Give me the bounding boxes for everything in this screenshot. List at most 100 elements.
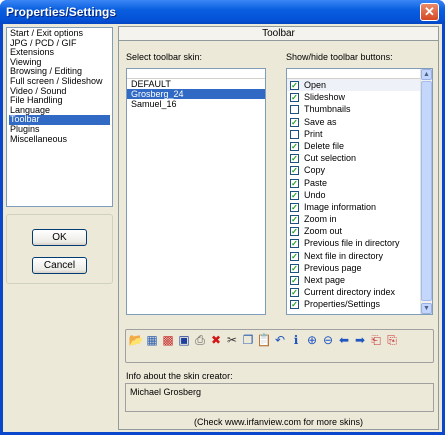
skin-list-header: [127, 69, 265, 79]
checkbox-checked[interactable]: ✓: [290, 215, 299, 225]
checkbox-checked[interactable]: ✓: [290, 263, 299, 273]
checkbox-checked[interactable]: ✓: [290, 166, 299, 176]
category-item[interactable]: Miscellaneous: [9, 134, 110, 145]
toolbar-button-label: Copy: [304, 165, 326, 176]
undo-icon: ↶: [274, 333, 286, 347]
toolbar-button-row[interactable]: ✓ Copy: [287, 164, 432, 176]
checkbox-unchecked[interactable]: [290, 105, 299, 115]
tab-toolbar[interactable]: Toolbar: [119, 27, 438, 41]
toolbar-button-row[interactable]: ✓ Cut selection: [287, 152, 432, 164]
checkbox-checked[interactable]: ✓: [290, 154, 299, 164]
toolbar-button-label: Zoom in: [304, 214, 337, 225]
checkbox-checked[interactable]: ✓: [290, 202, 299, 212]
toolbar-button-label: Thumbnails: [304, 104, 351, 115]
toolbar-button-row[interactable]: ✓ Next page: [287, 274, 432, 286]
checkbox-checked[interactable]: ✓: [290, 117, 299, 127]
print-icon: ⎙: [195, 333, 205, 347]
checkbox-unchecked[interactable]: [290, 129, 299, 139]
toolbar-button-row[interactable]: ✓ Paste: [287, 177, 432, 189]
delete-icon: ✖: [210, 333, 222, 347]
title-bar[interactable]: Properties/Settings ✕: [0, 0, 445, 24]
toolbar-button-row[interactable]: ✓ Open: [287, 79, 432, 92]
buttons-visibility-label: Show/hide toolbar buttons:: [286, 52, 393, 62]
toolbar-button-row[interactable]: ✓ Slideshow: [287, 91, 432, 103]
toolbar-preview: 📂 ▦ ▩ ▣ ⎙ ✖ ✂ ❐ 📋 ↶ ℹ ⊕ ⊖ ⬅ ➡ ⎗ ⎘: [125, 329, 434, 363]
toolbar-button-row[interactable]: ✓ Save as: [287, 116, 432, 128]
cancel-button[interactable]: Cancel: [32, 257, 87, 274]
scroll-up-icon[interactable]: ▲: [421, 69, 432, 80]
checkbox-checked[interactable]: ✓: [290, 190, 299, 200]
toolbar-buttons-list[interactable]: ✓ Open ✓ Slideshow Thumbnails ✓ Save as Print ✓ D…: [286, 68, 433, 315]
toolbar-button-row[interactable]: ✓ Image information: [287, 201, 432, 213]
skin-list[interactable]: DEFAULT Grosberg_24 Samuel_16: [126, 68, 266, 315]
paste-icon: 📋: [256, 333, 272, 347]
toolbar-button-row[interactable]: ✓ Zoom out: [287, 225, 432, 237]
buttons-list-header: [287, 69, 432, 79]
toolbar-button-label: Previous file in directory: [304, 238, 400, 249]
checkbox-checked[interactable]: ✓: [290, 227, 299, 237]
toolbar-button-row[interactable]: ✓ Zoom in: [287, 213, 432, 225]
toolbar-button-row[interactable]: ✓ Properties/Settings: [287, 298, 432, 310]
toolbar-button-label: Save as: [304, 116, 337, 127]
scroll-thumb[interactable]: [421, 81, 432, 301]
checkbox-checked[interactable]: ✓: [290, 239, 299, 249]
skin-item[interactable]: DEFAULT: [127, 79, 265, 89]
checkbox-checked[interactable]: ✓: [290, 81, 299, 90]
thumbnails-icon: ▩: [162, 333, 174, 347]
toolbar-preview-icons: 📂 ▦ ▩ ▣ ⎙ ✖ ✂ ❐ 📋 ↶ ℹ ⊕ ⊖ ⬅ ➡ ⎗ ⎘: [128, 332, 400, 350]
toolbar-button-label: Open: [304, 80, 327, 90]
toolbar-button-label: Next file in directory: [304, 250, 384, 261]
toolbar-button-row[interactable]: Print: [287, 128, 432, 140]
close-button[interactable]: ✕: [420, 3, 439, 21]
category-list[interactable]: Start / Exit options JPG / PCD / GIF Exten…: [6, 27, 113, 207]
skin-item[interactable]: Samuel_16: [127, 99, 265, 109]
skin-item[interactable]: Grosberg_24: [127, 89, 265, 99]
toolbar-button-label: Zoom out: [304, 226, 343, 237]
scroll-down-icon[interactable]: ▼: [421, 303, 432, 314]
buttons-list-scrollbar[interactable]: ▲ ▼: [420, 69, 432, 314]
open-folder-icon: 📂: [128, 333, 144, 347]
toolbar-button-row[interactable]: ✓ Previous file in directory: [287, 237, 432, 249]
toolbar-button-label: Slideshow: [304, 92, 346, 103]
checkbox-checked[interactable]: ✓: [290, 300, 299, 310]
cut-icon: ✂: [226, 333, 238, 347]
previous-file-icon: ⬅: [338, 333, 350, 347]
checkbox-checked[interactable]: ✓: [290, 251, 299, 261]
previous-page-icon: ⎗: [371, 333, 381, 347]
properties-window: Properties/Settings ✕ Start / Exit optio…: [0, 0, 445, 435]
ok-button[interactable]: OK: [32, 229, 87, 246]
toolbar-button-label: Paste: [304, 177, 328, 188]
toolbar-button-label: Next page: [304, 275, 346, 285]
toolbar-button-row[interactable]: ✓ Undo: [287, 189, 432, 201]
toolbar-button-label: Current directory index: [304, 287, 396, 298]
zoom-in-icon: ⊕: [306, 333, 318, 347]
toolbar-button-label: Previous page: [304, 262, 362, 273]
more-skins-note: (Check www.irfanview.com for more skins): [193, 417, 364, 427]
toolbar-button-label: Print: [304, 128, 323, 139]
checkbox-checked[interactable]: ✓: [290, 178, 299, 188]
toolbar-button-row[interactable]: Thumbnails: [287, 103, 432, 115]
info-icon: ℹ: [293, 333, 299, 347]
toolbar-button-label: Cut selection: [304, 153, 357, 164]
next-file-icon: ➡: [354, 333, 366, 347]
toolbar-button-label: Undo: [304, 189, 326, 200]
checkbox-checked[interactable]: ✓: [290, 288, 299, 298]
slideshow-icon: ▦: [146, 333, 158, 347]
dialog-body: Start / Exit options JPG / PCD / GIF Exten…: [3, 24, 442, 432]
toolbar-button-row[interactable]: ✓ Delete file: [287, 140, 432, 152]
toolbar-button-row[interactable]: ✓ Previous page: [287, 262, 432, 274]
checkbox-checked[interactable]: ✓: [290, 141, 299, 151]
creator-info-label: Info about the skin creator:: [126, 371, 233, 381]
checkbox-checked[interactable]: ✓: [290, 276, 299, 285]
next-page-icon: ⎘: [387, 333, 397, 347]
toolbar-button-label: Image information: [304, 201, 377, 212]
window-title: Properties/Settings: [6, 5, 117, 19]
toolbar-button-label: Properties/Settings: [304, 299, 381, 310]
zoom-out-icon: ⊖: [322, 333, 334, 347]
toolbar-button-row[interactable]: ✓ Current directory index: [287, 286, 432, 298]
toolbar-button-row[interactable]: ✓ Next file in directory: [287, 250, 432, 262]
copy-icon: ❐: [242, 333, 254, 347]
skin-select-label: Select toolbar skin:: [126, 52, 203, 62]
checkbox-checked[interactable]: ✓: [290, 93, 299, 103]
dialog-buttons-group: OK Cancel: [6, 214, 113, 284]
